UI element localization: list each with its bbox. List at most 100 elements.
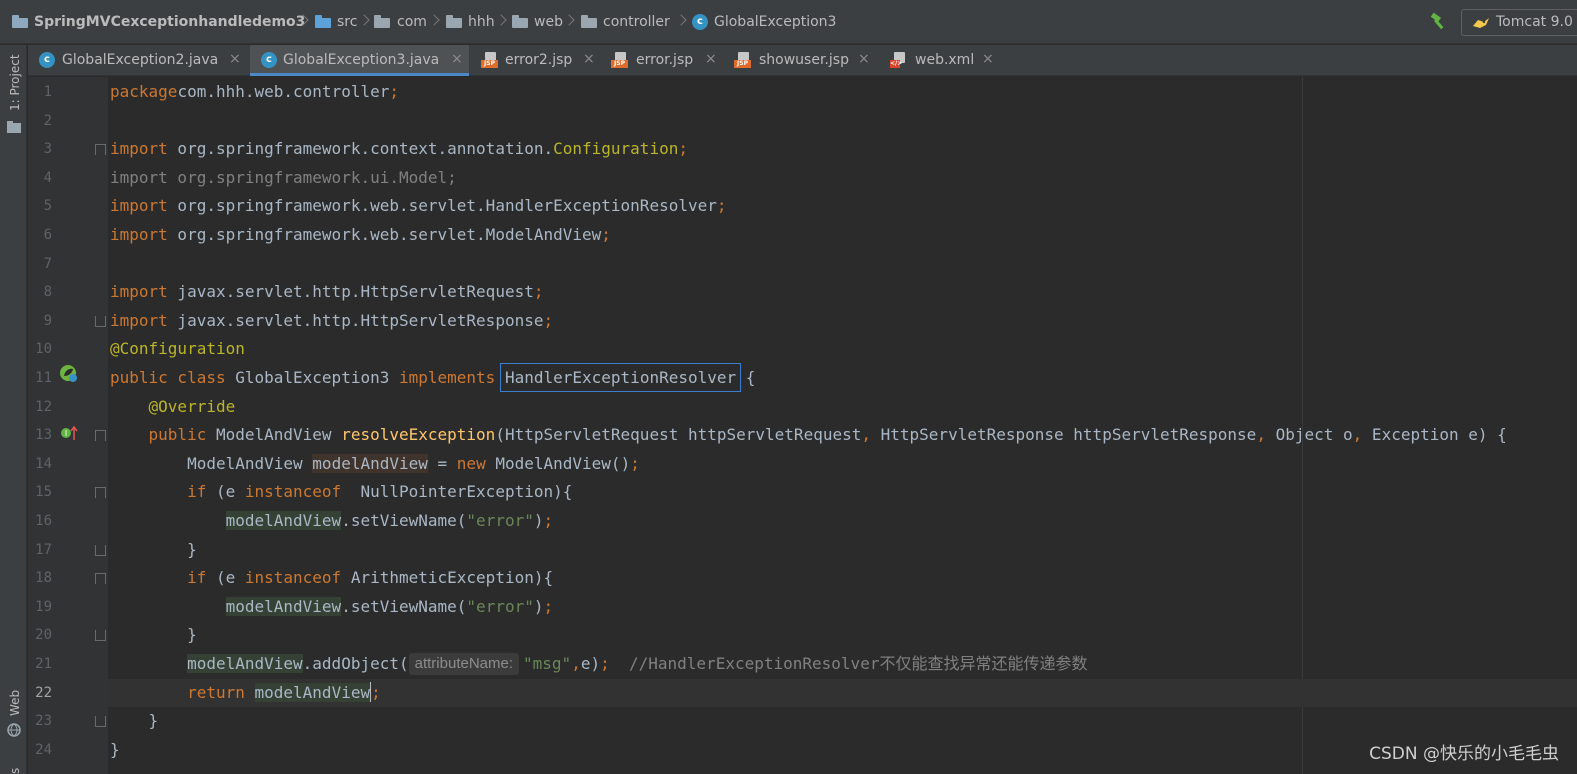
code-token: HttpServletResponse httpServletResponse xyxy=(871,425,1257,445)
tab-globalexception2[interactable]: c GlobalException2.java × xyxy=(28,45,248,75)
fold-marker-icon[interactable] xyxy=(95,487,106,499)
code-token: ; xyxy=(716,196,727,216)
code-line[interactable]: return modelAndView; xyxy=(110,679,381,708)
code-token: return xyxy=(187,682,245,702)
line-number: 16 xyxy=(35,513,52,529)
code-line[interactable]: } xyxy=(110,736,120,765)
code-token: } xyxy=(110,625,197,645)
tab-error-jsp[interactable]: JSP error.jsp × xyxy=(602,45,722,75)
code-line[interactable]: ModelAndView modelAndView = new ModelAnd… xyxy=(110,450,640,479)
breadcrumb-item[interactable]: controller xyxy=(603,0,670,44)
code-line[interactable]: if (e instanceof ArithmeticException){ xyxy=(110,564,553,593)
spring-bean-icon[interactable] xyxy=(59,364,79,384)
fold-marker-icon[interactable] xyxy=(95,544,106,556)
code-token: NullPointerException){ xyxy=(341,482,573,502)
tab-showuser-jsp[interactable]: JSP showuser.jsp × xyxy=(725,45,875,75)
code-editor[interactable]: 1 packagecom.hhh.web.controller; 2 3 import … xyxy=(28,77,1577,774)
fold-marker-icon[interactable] xyxy=(95,430,106,442)
fold-marker-icon[interactable] xyxy=(95,573,106,585)
structure-tool-button[interactable]: s xyxy=(8,768,22,774)
breadcrumb-item[interactable]: hhh xyxy=(468,0,495,44)
breadcrumb-project[interactable]: SpringMVCexceptionhandledemo3 xyxy=(34,0,305,44)
code-line[interactable]: packagecom.hhh.web.controller; xyxy=(110,78,399,107)
breadcrumb-item[interactable]: web xyxy=(534,0,563,44)
breadcrumb-item[interactable]: src xyxy=(337,0,357,44)
code-token: .addObject( xyxy=(302,654,409,673)
breadcrumb-item[interactable]: com xyxy=(397,0,427,44)
code-line[interactable]: import javax.servlet.http.HttpServletRes… xyxy=(110,307,553,336)
code-line[interactable]: import org.springframework.web.servlet.H… xyxy=(110,192,727,221)
chevron-right-icon xyxy=(497,12,505,30)
tab-label: error.jsp xyxy=(636,52,694,68)
jsp-file-icon: JSP xyxy=(481,52,498,68)
code-line[interactable]: import javax.servlet.http.HttpServletReq… xyxy=(110,278,543,307)
left-tool-stripe: 1: Project Web s xyxy=(0,45,27,774)
project-tool-button[interactable]: 1: Project xyxy=(8,54,22,111)
code-line[interactable]: import org.springframework.ui.Model; xyxy=(110,164,457,193)
chevron-right-icon xyxy=(677,12,685,30)
close-icon[interactable]: × xyxy=(705,45,717,73)
close-icon[interactable]: × xyxy=(982,45,994,73)
code-token: com.hhh.web.controller xyxy=(177,82,390,101)
line-number: 21 xyxy=(35,656,52,672)
code-line[interactable]: import org.springframework.context.annot… xyxy=(110,135,688,164)
close-icon[interactable]: × xyxy=(583,45,595,73)
breadcrumb-file[interactable]: GlobalException3 xyxy=(714,0,836,44)
code-line[interactable]: if (e instanceof NullPointerException){ xyxy=(110,478,572,507)
fold-marker-icon[interactable] xyxy=(95,315,106,327)
close-icon[interactable]: × xyxy=(858,45,870,73)
code-token: ModelAndView() xyxy=(485,453,631,473)
code-token: ; xyxy=(371,682,381,702)
tab-error2-jsp[interactable]: JSP error2.jsp × xyxy=(472,45,600,75)
tab-web-xml[interactable]: </> web.xml × xyxy=(881,45,1001,75)
tab-globalexception3[interactable]: c GlobalException3.java × xyxy=(250,45,469,76)
close-icon[interactable]: × xyxy=(229,45,241,73)
code-token: "msg" xyxy=(523,654,572,673)
code-line[interactable]: import org.springframework.web.servlet.M… xyxy=(110,221,611,250)
code-token: ArithmeticException){ xyxy=(341,568,554,588)
code-line[interactable]: } xyxy=(110,536,197,565)
code-token: (e xyxy=(206,482,245,502)
code-token: ) xyxy=(533,596,544,616)
tomcat-icon xyxy=(1473,18,1489,28)
code-token: import xyxy=(110,310,168,330)
class-icon: c xyxy=(692,14,708,30)
code-token: ; xyxy=(600,654,610,673)
code-token: public class xyxy=(110,368,226,387)
run-configuration-selector[interactable]: Tomcat 9.0 xyxy=(1461,9,1577,36)
fold-marker-icon[interactable] xyxy=(95,144,106,156)
line-number: 23 xyxy=(35,713,52,730)
package-folder-icon xyxy=(581,15,597,28)
code-token: .setViewName( xyxy=(341,596,467,616)
fold-marker-icon[interactable] xyxy=(95,716,106,728)
code-line[interactable]: @Override xyxy=(110,393,236,422)
close-icon[interactable]: × xyxy=(451,45,463,73)
override-method-icon[interactable]: I xyxy=(60,424,80,442)
web-tool-button[interactable]: Web xyxy=(8,690,22,716)
code-line[interactable]: modelAndView.setViewName("error"); xyxy=(110,593,553,622)
code-line[interactable]: public ModelAndView resolveException(Htt… xyxy=(110,421,1507,450)
code-token: //HandlerExceptionResolver不仅能查找异常还能传递参数 xyxy=(629,654,1088,673)
line-number: 3 xyxy=(43,141,52,158)
code-line[interactable]: } xyxy=(110,707,159,736)
code-line[interactable]: modelAndView.addObject(attributeName: "ms… xyxy=(110,650,1087,679)
build-hammer-icon[interactable] xyxy=(1428,12,1448,32)
code-line[interactable]: @Configuration xyxy=(110,335,245,364)
code-token: ModelAndView xyxy=(110,453,313,473)
code-line[interactable]: } xyxy=(110,621,197,650)
code-line[interactable]: public class GlobalException3 implements… xyxy=(110,363,755,393)
code-token: ; xyxy=(543,511,554,530)
code-token: modelAndView xyxy=(254,682,371,702)
java-class-icon: c xyxy=(261,52,277,68)
code-token: GlobalException3 xyxy=(225,368,399,387)
fold-marker-icon[interactable] xyxy=(95,630,106,642)
code-token: @Override xyxy=(148,396,236,416)
code-line[interactable]: modelAndView.setViewName("error"); xyxy=(110,507,553,536)
line-number: 9 xyxy=(43,312,52,329)
code-token: org.springframework.web.servlet.ModelAnd… xyxy=(167,225,602,244)
